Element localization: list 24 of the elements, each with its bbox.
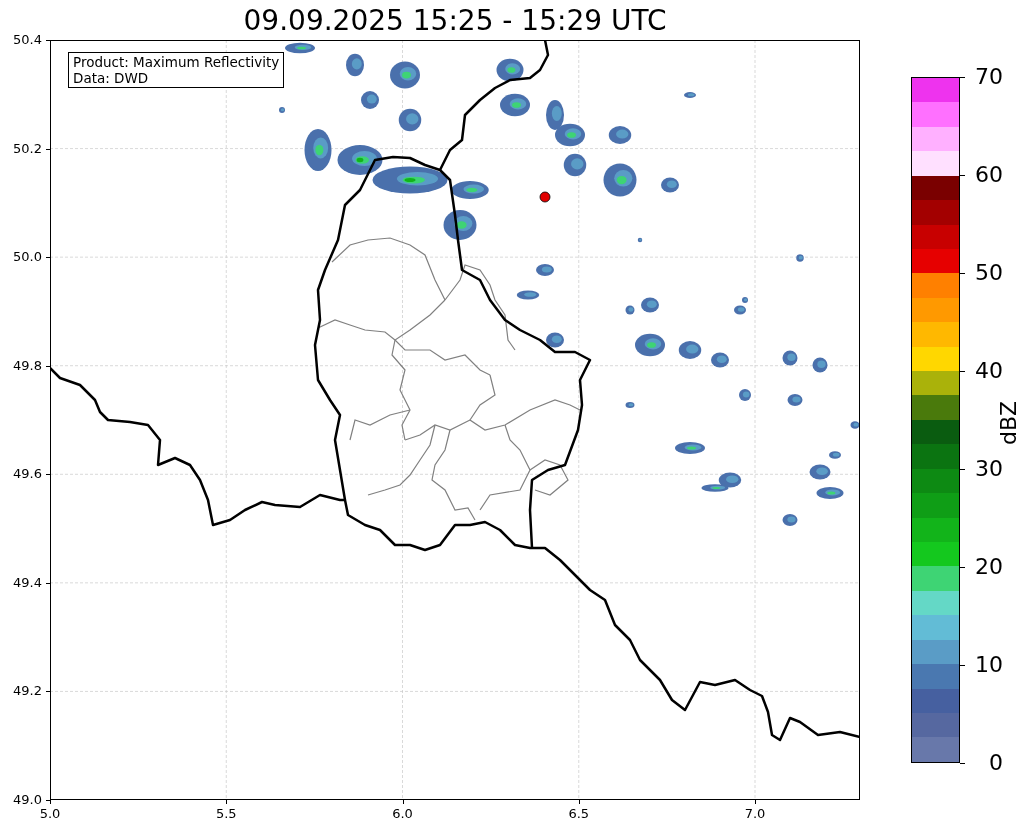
x-axis-label: 6.5 — [567, 806, 591, 822]
chart-title: 09.09.2025 15:25 - 15:29 UTC — [242, 4, 668, 38]
x-axis-label: 7.0 — [743, 806, 767, 822]
colorbar-tick-label: 60 — [974, 162, 1003, 188]
y-axis-label: 49.2 — [12, 683, 42, 700]
y-axis-label: 50.2 — [12, 140, 42, 157]
colorbar-tick-label: 70 — [974, 64, 1003, 90]
location-marker — [539, 191, 551, 203]
colorbar-tick-label: 30 — [974, 456, 1003, 482]
x-axis-label: 5.5 — [214, 806, 238, 822]
colorbar-tick-label: 0 — [988, 750, 1003, 776]
y-axis-label: 49.0 — [12, 792, 42, 808]
y-axis-label: 50.4 — [12, 32, 42, 48]
x-axis-label: 6.0 — [391, 806, 414, 822]
y-axis-label: 50.0 — [12, 249, 42, 266]
y-axis-label: 49.8 — [12, 357, 42, 374]
colorbar-tick-label: 20 — [974, 554, 1003, 580]
info-box: Product: Maximum Reflectivity Data: DWD — [68, 52, 285, 88]
y-axis-label: 49.4 — [12, 574, 42, 591]
colorbar-tick-label: 10 — [974, 652, 1003, 678]
x-axis-label: 5.0 — [38, 806, 62, 822]
y-axis-label: 49.6 — [12, 466, 42, 483]
colorbar-tick-label: 40 — [974, 358, 1003, 384]
colorbar-tick-label: 50 — [974, 260, 1003, 286]
